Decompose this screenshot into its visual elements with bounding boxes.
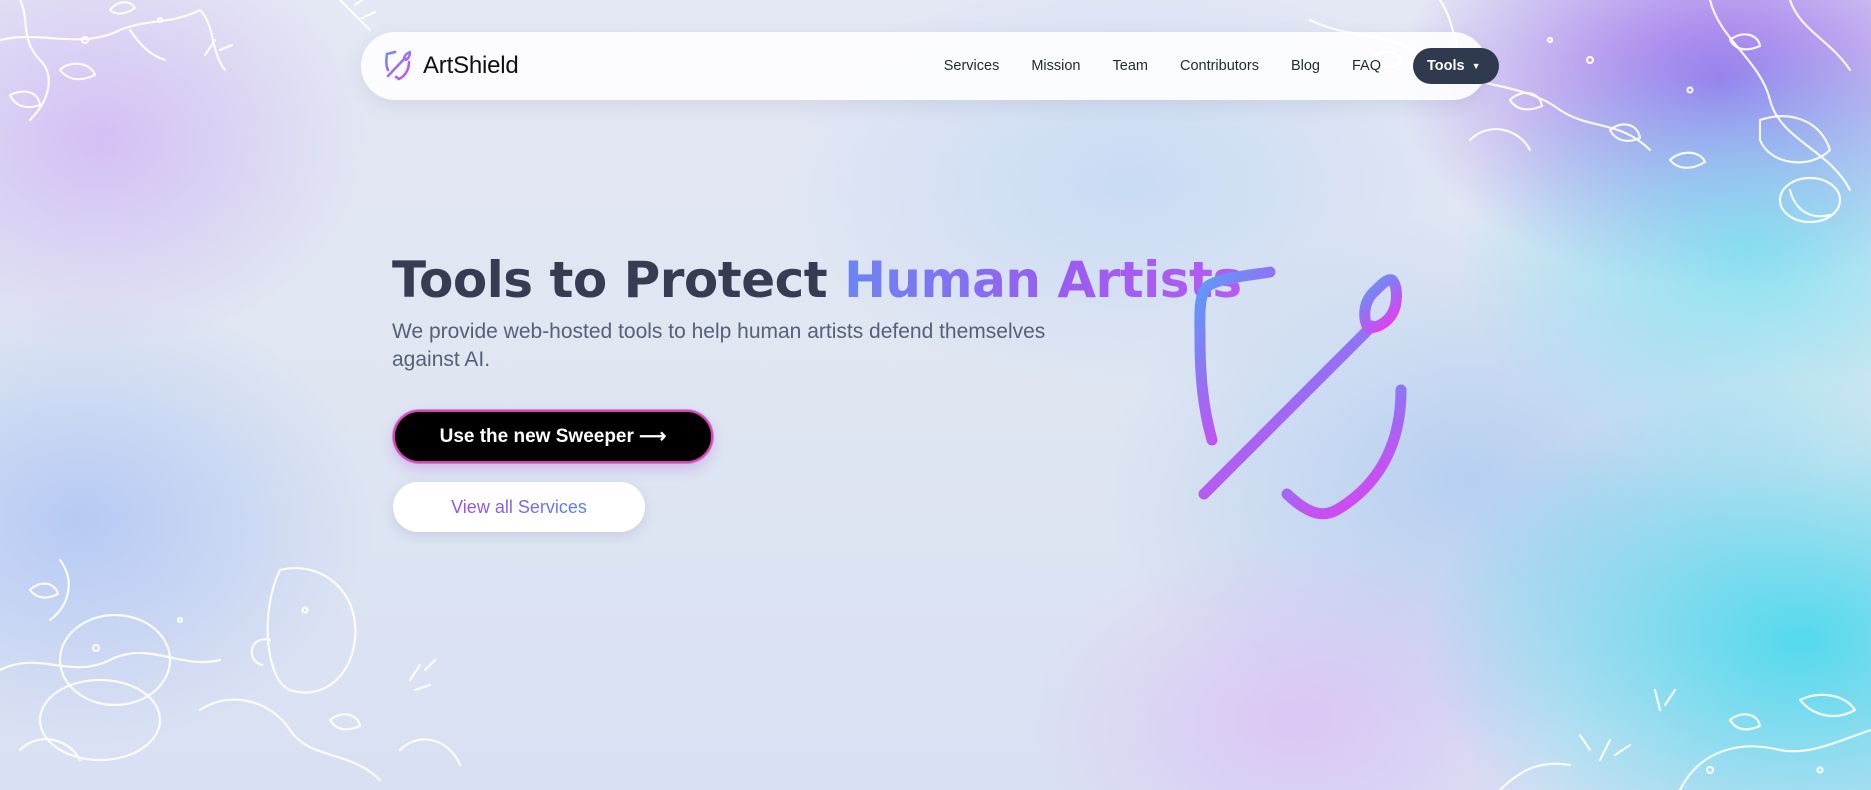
brand-name: ArtShield: [423, 52, 519, 79]
nav-link-blog[interactable]: Blog: [1291, 58, 1320, 74]
use-sweeper-button[interactable]: Use the new Sweeper ⟶: [393, 410, 713, 463]
hero-subtitle: We provide web-hosted tools to help huma…: [392, 320, 1046, 371]
nav-link-faq[interactable]: FAQ: [1352, 58, 1381, 74]
use-sweeper-label: Use the new Sweeper ⟶: [439, 426, 667, 447]
hero-title: Tools to Protect Human Artists: [392, 251, 1242, 309]
foliage-bottom-right-decoration: [1498, 688, 1871, 790]
nav-links: Services Mission Team Contributors Blog …: [944, 32, 1487, 100]
shield-brush-icon: [385, 50, 412, 81]
view-services-label: View all Services: [451, 496, 587, 517]
hero-title-plain: Tools to Protect: [392, 251, 828, 309]
tools-label: Tools: [1427, 58, 1465, 74]
nav-link-contributors[interactable]: Contributors: [1180, 58, 1259, 74]
nav-link-team[interactable]: Team: [1113, 58, 1148, 74]
shield-brush-illustration-icon: [1194, 266, 1407, 520]
tools-dropdown-button[interactable]: Tools ▼: [1413, 48, 1499, 84]
caret-down-icon: ▼: [1471, 61, 1481, 71]
top-navbar: ArtShield Services Mission Team Contribu…: [361, 32, 1499, 100]
nav-link-mission[interactable]: Mission: [1031, 58, 1080, 74]
brand-logo-link[interactable]: ArtShield: [383, 50, 519, 82]
foliage-top-left-decoration: [0, 0, 377, 122]
foliage-bottom-left-decoration: [0, 558, 462, 782]
view-services-button[interactable]: View all Services: [393, 482, 645, 532]
nav-link-services[interactable]: Services: [944, 58, 1000, 74]
